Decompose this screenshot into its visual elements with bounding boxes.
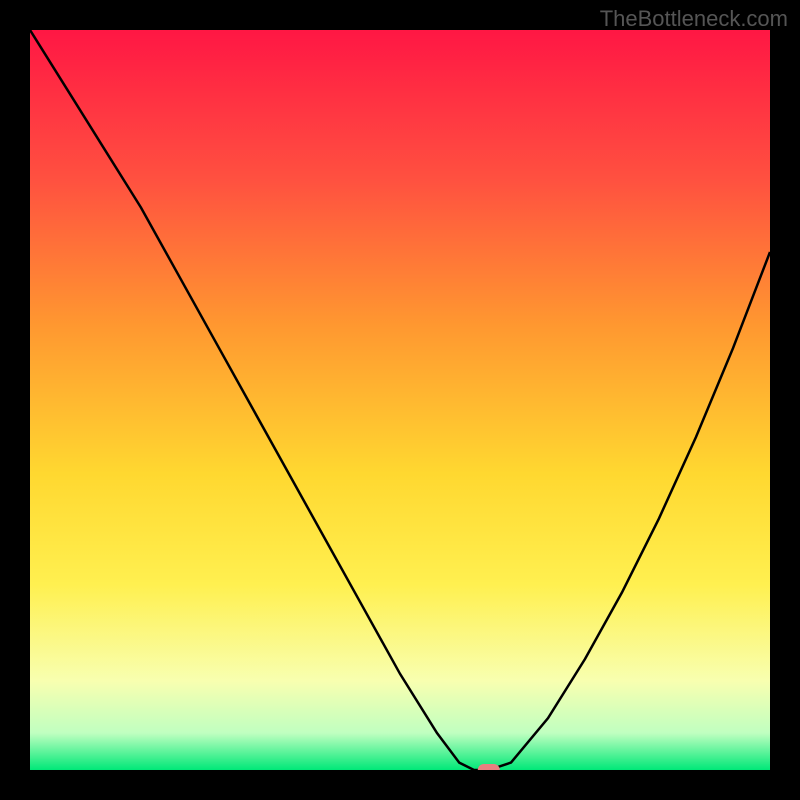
watermark-text: TheBottleneck.com xyxy=(600,6,788,32)
optimal-point-marker xyxy=(478,764,500,770)
chart-svg xyxy=(30,30,770,770)
gradient-background xyxy=(30,30,770,770)
chart-container xyxy=(30,30,770,770)
